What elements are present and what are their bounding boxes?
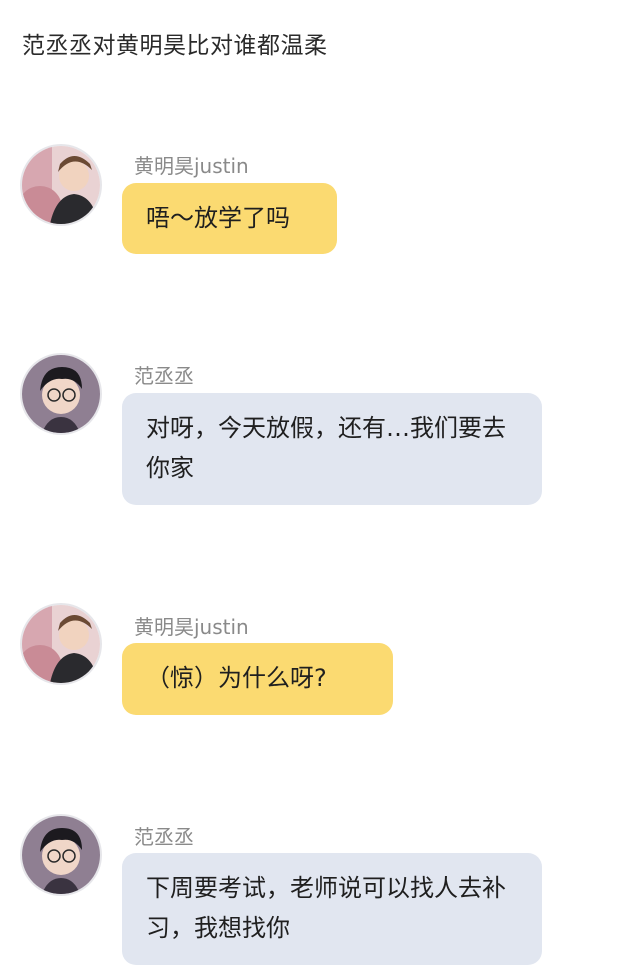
message-bubble[interactable]: 唔～放学了吗	[122, 183, 337, 254]
huang-minghao-avatar[interactable]	[22, 146, 100, 224]
fan-chengcheng-avatar[interactable]	[22, 816, 100, 894]
sender-name: 范丞丞	[134, 364, 194, 388]
sender-name: 黄明昊justin	[134, 615, 249, 639]
message-bubble[interactable]: 下周要考试，老师说可以找人去补习，我想找你	[122, 853, 542, 965]
sender-name: 范丞丞	[134, 825, 194, 849]
message-bubble[interactable]: 对呀，今天放假，还有…我们要去你家	[122, 393, 542, 505]
huang-minghao-avatar[interactable]	[22, 605, 100, 683]
sender-name: 黄明昊justin	[134, 154, 249, 178]
page-title: 范丞丞对黄明昊比对谁都温柔	[22, 33, 328, 59]
fan-chengcheng-avatar[interactable]	[22, 355, 100, 433]
message-bubble[interactable]: （惊）为什么呀?	[122, 643, 393, 715]
